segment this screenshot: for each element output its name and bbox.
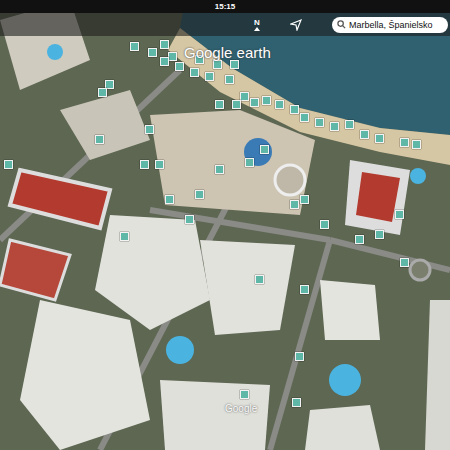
- google-earth-screen: Google earth Google 15:15 N Marbella, Španie…: [0, 0, 450, 450]
- photo-marker-icon[interactable]: [95, 135, 104, 144]
- photo-marker-icon[interactable]: [195, 190, 204, 199]
- photo-marker-icon[interactable]: [145, 125, 154, 134]
- photo-marker-icon[interactable]: [155, 160, 164, 169]
- top-chrome: 15:15 N Marbella, Španielsko: [0, 0, 450, 36]
- photo-marker-icon[interactable]: [295, 352, 304, 361]
- photo-marker-icon[interactable]: [175, 62, 184, 71]
- photo-marker-icon[interactable]: [240, 92, 249, 101]
- photo-marker-icon[interactable]: [250, 98, 259, 107]
- apartment-complex: [95, 215, 210, 330]
- photo-marker-icon[interactable]: [292, 398, 301, 407]
- toolbar: N Marbella, Španielsko: [0, 13, 450, 36]
- location-arrow-icon[interactable]: [290, 19, 302, 31]
- compass-button[interactable]: N: [254, 19, 260, 31]
- photo-marker-icon[interactable]: [290, 105, 299, 114]
- photo-marker-icon[interactable]: [120, 232, 129, 241]
- photo-marker-icon[interactable]: [240, 390, 249, 399]
- photo-marker-icon[interactable]: [355, 235, 364, 244]
- red-roof-building: [10, 170, 110, 228]
- photo-marker-icon[interactable]: [412, 140, 421, 149]
- compass-arrow-icon: [254, 27, 260, 31]
- photo-marker-icon[interactable]: [275, 100, 284, 109]
- photo-marker-icon[interactable]: [345, 120, 354, 129]
- photo-marker-icon[interactable]: [185, 215, 194, 224]
- search-icon: [337, 20, 346, 29]
- photo-marker-icon[interactable]: [360, 130, 369, 139]
- photo-marker-icon[interactable]: [375, 134, 384, 143]
- photo-marker-icon[interactable]: [4, 160, 13, 169]
- photo-marker-icon[interactable]: [320, 220, 329, 229]
- compass-label: N: [254, 19, 260, 27]
- photo-marker-icon[interactable]: [165, 195, 174, 204]
- photo-marker-icon[interactable]: [215, 165, 224, 174]
- photo-marker-icon[interactable]: [245, 158, 254, 167]
- photo-marker-icon[interactable]: [160, 57, 169, 66]
- search-field[interactable]: Marbella, Španielsko: [332, 17, 448, 33]
- photo-marker-icon[interactable]: [290, 200, 299, 209]
- photo-marker-icon[interactable]: [232, 100, 241, 109]
- photo-marker-icon[interactable]: [300, 285, 309, 294]
- photo-marker-icon[interactable]: [168, 52, 177, 61]
- photo-marker-icon[interactable]: [260, 145, 269, 154]
- photo-marker-icon[interactable]: [300, 195, 309, 204]
- pool: [329, 364, 361, 396]
- photo-marker-icon[interactable]: [148, 48, 157, 57]
- photo-marker-icon[interactable]: [205, 72, 214, 81]
- photo-marker-icon[interactable]: [300, 113, 309, 122]
- photo-marker-icon[interactable]: [395, 210, 404, 219]
- photo-marker-icon[interactable]: [400, 258, 409, 267]
- photo-marker-icon[interactable]: [262, 96, 271, 105]
- photo-marker-icon[interactable]: [330, 122, 339, 131]
- satellite-map[interactable]: [0, 0, 450, 450]
- dome: [244, 138, 272, 166]
- photo-marker-icon[interactable]: [213, 60, 222, 69]
- photo-marker-icon[interactable]: [255, 275, 264, 284]
- photo-marker-icon[interactable]: [225, 75, 234, 84]
- photo-marker-icon[interactable]: [160, 40, 169, 49]
- photo-marker-icon[interactable]: [190, 68, 199, 77]
- photo-marker-icon[interactable]: [98, 88, 107, 97]
- map-attribution: Google: [225, 403, 257, 414]
- pool: [166, 336, 194, 364]
- photo-marker-icon[interactable]: [400, 138, 409, 147]
- photo-marker-icon[interactable]: [130, 42, 139, 51]
- plaza: [150, 110, 315, 215]
- search-value: Marbella, Španielsko: [349, 20, 433, 30]
- status-time: 15:15: [215, 2, 235, 11]
- photo-marker-icon[interactable]: [140, 160, 149, 169]
- photo-marker-icon[interactable]: [215, 100, 224, 109]
- photo-marker-icon[interactable]: [230, 60, 239, 69]
- photo-marker-icon[interactable]: [315, 118, 324, 127]
- photo-marker-icon[interactable]: [375, 230, 384, 239]
- google-earth-logo: Google earth: [184, 44, 271, 61]
- status-bar: 15:15: [0, 0, 450, 13]
